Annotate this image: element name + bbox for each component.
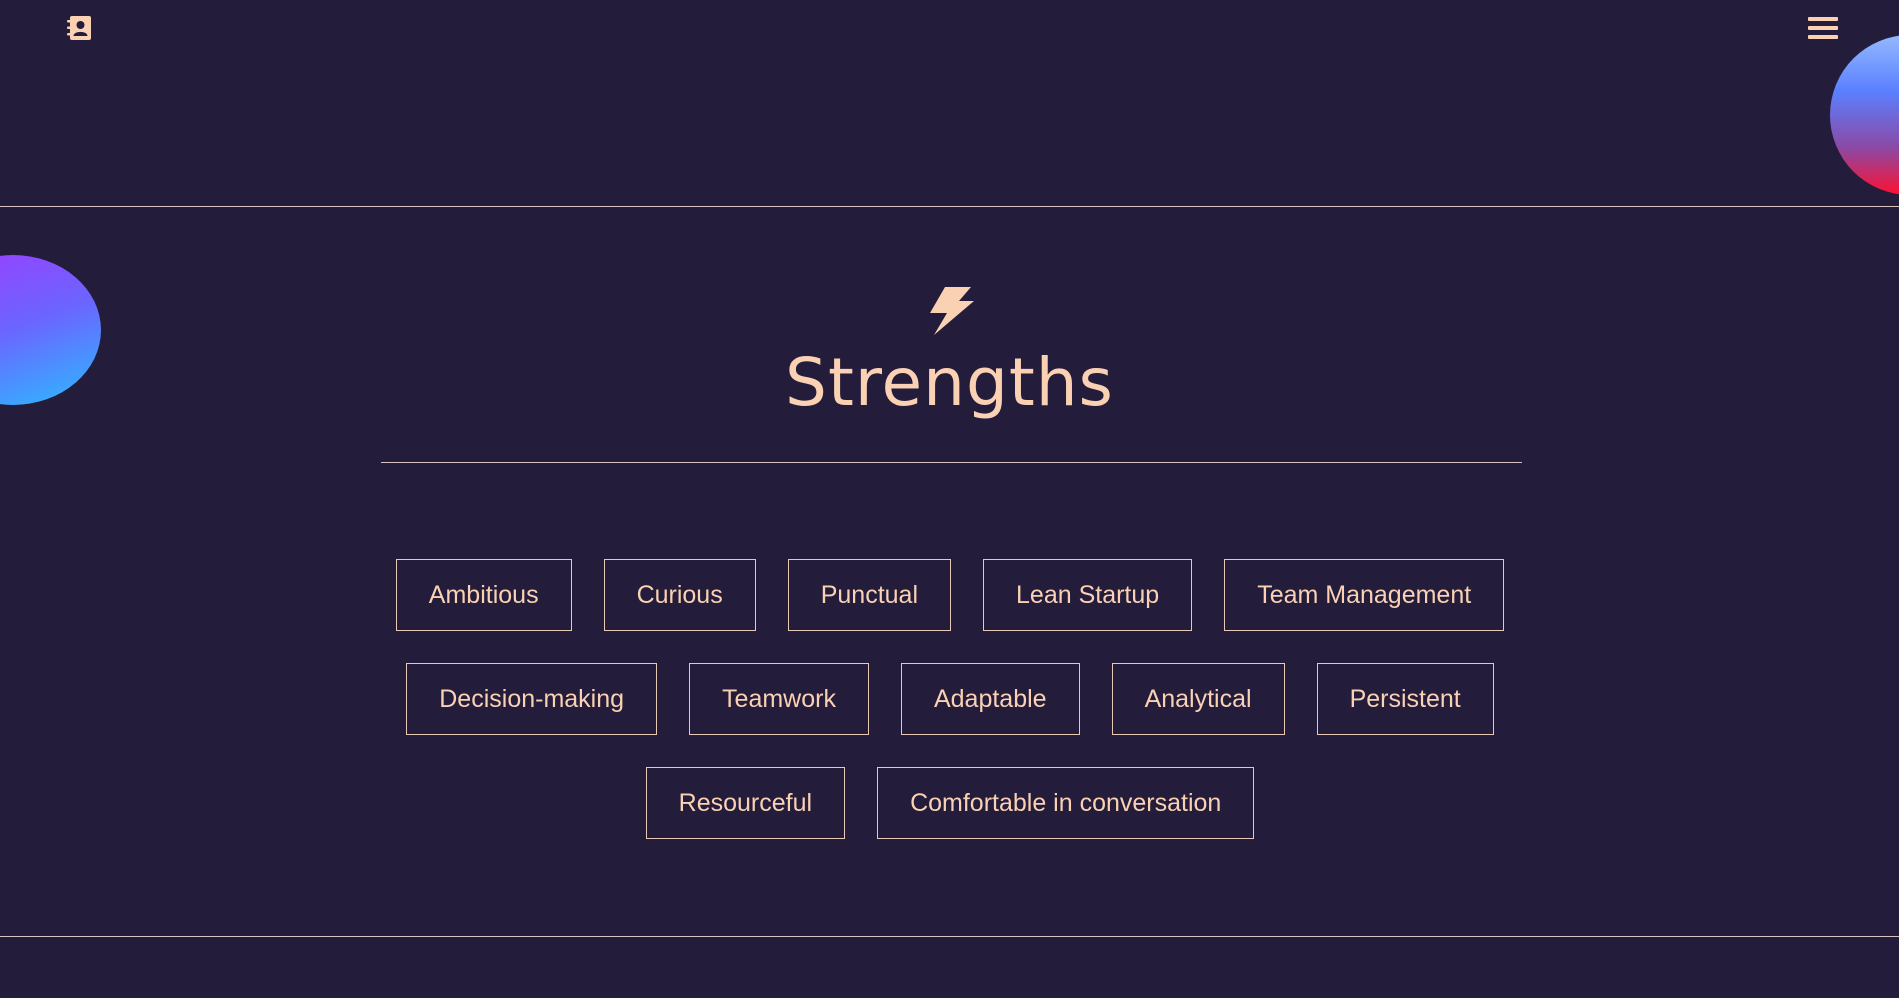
- strengths-tag-list: Ambitious Curious Punctual Lean Startup …: [370, 559, 1530, 871]
- contact-book-icon[interactable]: [66, 14, 94, 42]
- hamburger-menu-icon[interactable]: [1808, 16, 1838, 40]
- strength-tag: Analytical: [1111, 663, 1285, 735]
- title-divider: [381, 462, 1522, 463]
- strength-tag: Decision-making: [406, 663, 658, 735]
- section-title: Strengths: [785, 344, 1114, 421]
- lightning-bolt-icon: [930, 287, 974, 335]
- strength-tag: Teamwork: [689, 663, 869, 735]
- tag-row: Resourceful Comfortable in conversation: [370, 767, 1530, 839]
- section-divider-top: [0, 206, 1899, 207]
- strength-tag: Curious: [603, 559, 756, 631]
- tag-row: Decision-making Teamwork Adaptable Analy…: [370, 663, 1530, 735]
- strength-tag: Lean Startup: [983, 559, 1193, 631]
- tag-row: Ambitious Curious Punctual Lean Startup …: [370, 559, 1530, 631]
- strength-tag: Team Management: [1224, 559, 1505, 631]
- strength-tag: Punctual: [787, 559, 952, 631]
- strength-tag: Comfortable in conversation: [877, 767, 1255, 839]
- strength-tag: Resourceful: [645, 767, 846, 839]
- strength-tag: Persistent: [1316, 663, 1494, 735]
- section-divider-bottom: [0, 936, 1899, 937]
- strength-tag: Ambitious: [395, 559, 572, 631]
- top-bar: [0, 0, 1899, 60]
- strength-tag: Adaptable: [900, 663, 1080, 735]
